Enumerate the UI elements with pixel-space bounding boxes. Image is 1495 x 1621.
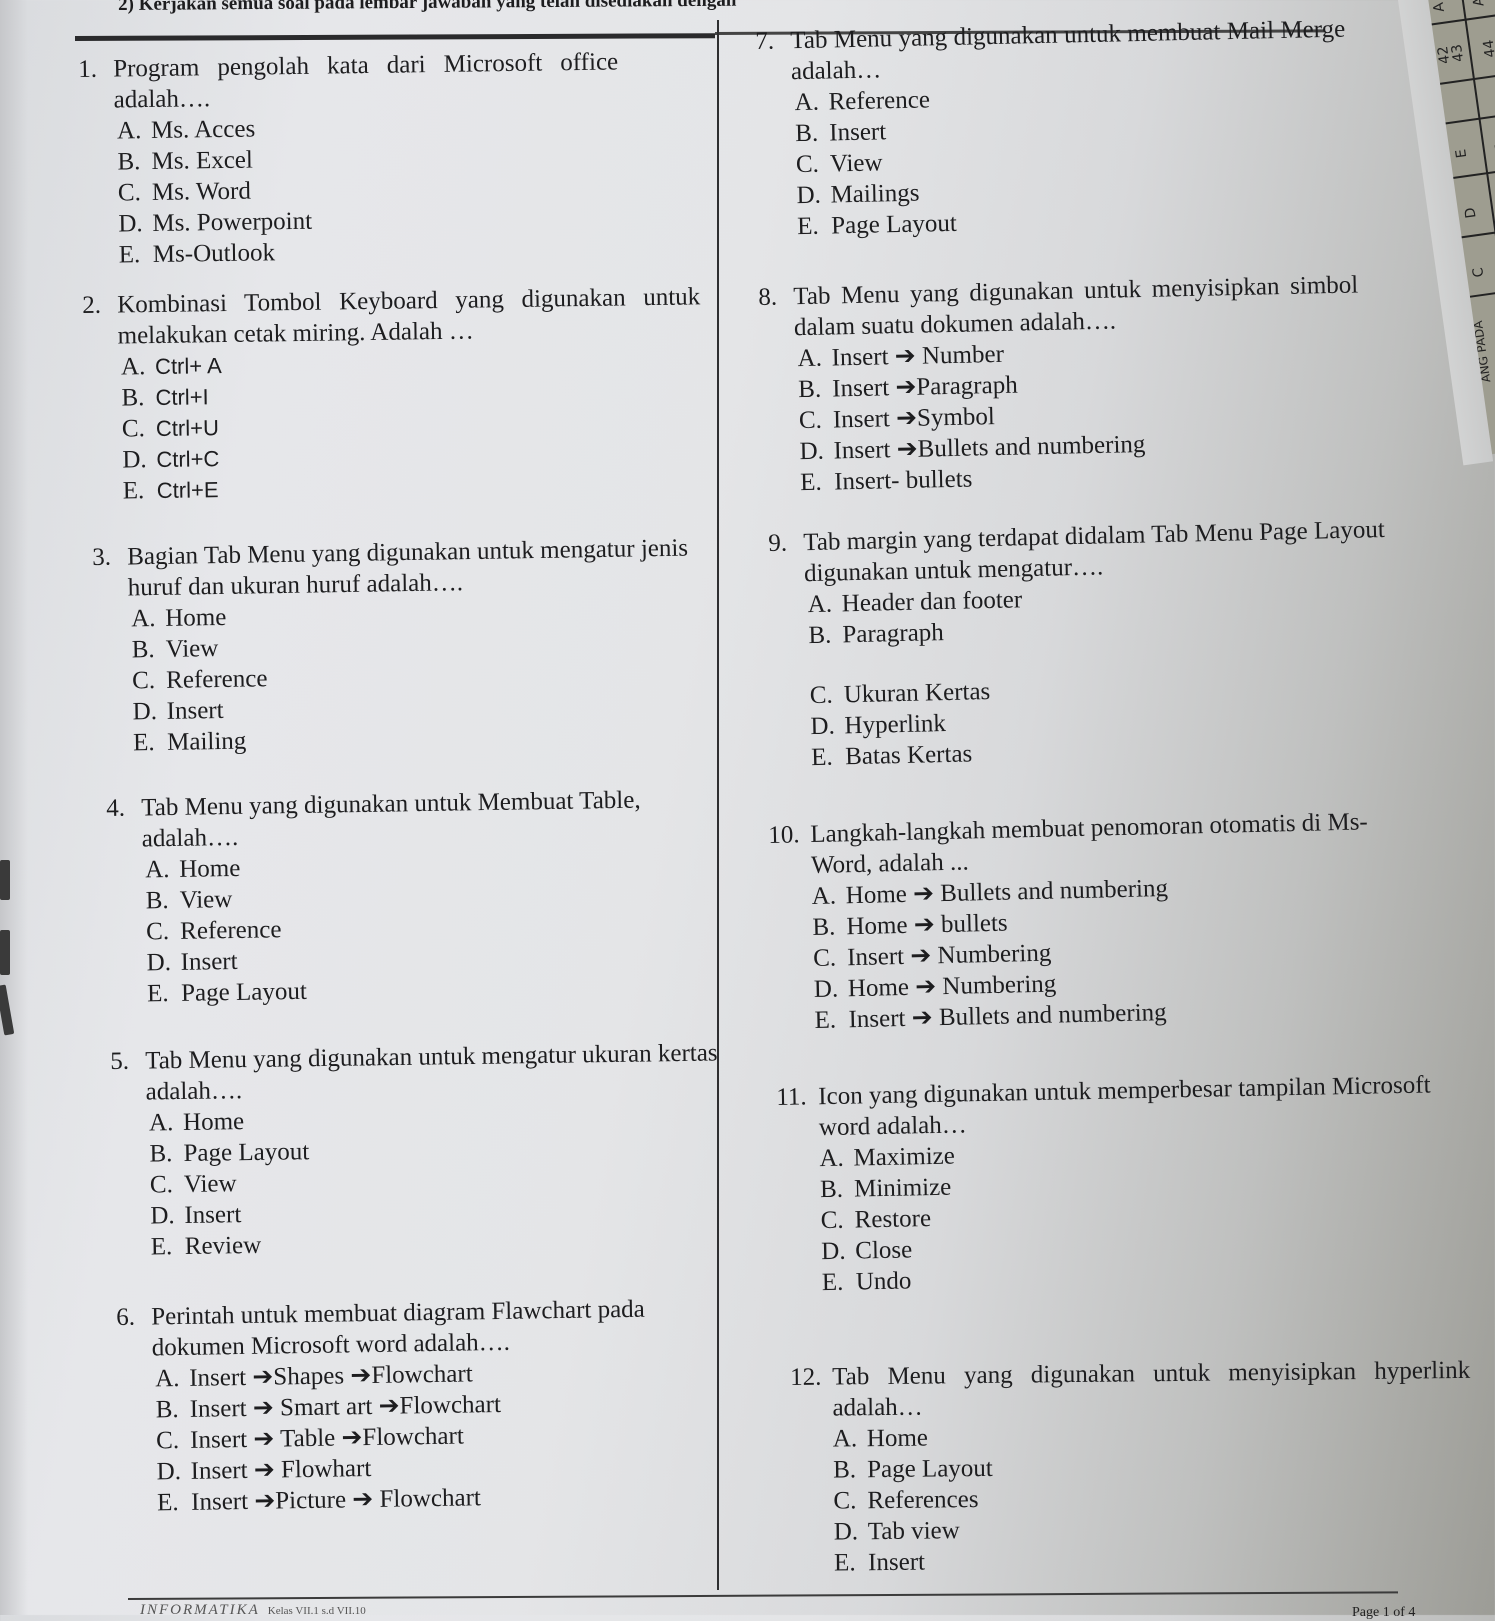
footer-rule: [128, 1591, 1398, 1600]
question-5: 5. Tab Menu yang digunakan untuk mengatur…: [110, 1037, 733, 1263]
binder-mark: [0, 930, 10, 975]
sheet-cell: 43: [1448, 43, 1468, 63]
question-number: 7.: [755, 27, 775, 55]
page-number: Page 1 of 4: [1352, 1605, 1416, 1620]
sheet-cell: D: [1462, 206, 1480, 220]
question-number: 4.: [106, 794, 126, 822]
header-rule: [75, 33, 716, 41]
question-1: 1. Program pengolah kata dari Microsoft o…: [78, 46, 621, 271]
sheet-cell: E: [1453, 148, 1471, 160]
question-number: 2.: [82, 291, 102, 319]
question-number: 11.: [776, 1083, 807, 1111]
question-4: 4. Tab Menu yang digunakan untuk Membuat …: [106, 784, 709, 1010]
question-text: Tab Menu yang digunakan untuk membuat Ma…: [790, 15, 1346, 86]
question-text: Tab Menu yang digunakan untuk menyisipka…: [793, 271, 1359, 342]
question-number: 12.: [790, 1363, 822, 1391]
sheet-cell: A: [1470, 0, 1488, 8]
question-3: 3. Bagian Tab Menu yang digunakan untuk m…: [92, 532, 705, 759]
question-text: Icon yang digunakan untuk memperbesar ta…: [818, 1071, 1431, 1142]
question-text: Bagian Tab Menu yang digunakan untuk men…: [127, 534, 689, 602]
question-number: 9.: [768, 529, 788, 557]
sheet-grid-line: [1433, 68, 1495, 86]
footer-subject: INFORMATIKA Kelas VII.1 s.d VII.10: [140, 1602, 366, 1619]
subject-label: INFORMATIKA: [140, 1602, 260, 1618]
page-shadow: [0, 0, 28, 1615]
sheet-cell: C: [1470, 266, 1488, 279]
exam-instruction: 2) Kerjakan semua soal pada lembar jawab…: [118, 0, 737, 15]
question-number: 6.: [116, 1303, 136, 1331]
option-e[interactable]: E. Ms-Outlook: [119, 232, 621, 270]
binder-mark: [0, 860, 10, 900]
question-number: 3.: [92, 543, 112, 571]
question-text: Tab Menu yang digunakan untuk Membuat Ta…: [141, 786, 641, 853]
question-11: 11. Icon yang digunakan untuk memperbesar…: [776, 1069, 1460, 1299]
question-number: 1.: [78, 55, 98, 83]
question-9: 9. Tab margin yang terdapat didalam Tab M…: [768, 513, 1413, 773]
question-number: 10.: [768, 821, 800, 849]
question-12: 12. Tab Menu yang digunakan untuk menyisi…: [790, 1355, 1472, 1579]
sheet-cell: 44: [1480, 38, 1495, 59]
question-text: Perintah untuk membuat diagram Flawchart…: [151, 1295, 645, 1362]
class-info: Kelas VII.1 s.d VII.10: [267, 1605, 366, 1617]
question-10: 10. Langkah-langkah membuat penomoran oto…: [768, 805, 1433, 1037]
question-text: Program pengolah kata dari Microsoft off…: [113, 48, 619, 114]
question-text: Tab Menu yang digunakan untuk mengatur u…: [145, 1039, 718, 1106]
question-7: 7. Tab Menu yang digunakan untuk membuat …: [755, 14, 1349, 243]
question-2: 2. Kombinasi Tombol Keyboard yang digunak…: [82, 281, 703, 507]
question-6: 6. Perintah untuk membuat diagram Flawcha…: [116, 1292, 729, 1519]
question-number: 8.: [758, 283, 778, 311]
question-8: 8. Tab Menu yang digunakan untuk menyisip…: [758, 269, 1362, 499]
sheet-cell: A: [1430, 1, 1448, 14]
question-number: 5.: [110, 1047, 130, 1075]
question-text: Kombinasi Tombol Keyboard yang digunakan…: [117, 283, 701, 350]
sheet-grid-line: [1438, 108, 1495, 126]
exam-paper: 2) Kerjakan semua soal pada lembar jawab…: [0, 0, 1495, 1620]
question-text: Tab Menu yang digunakan untuk menyisipka…: [832, 1356, 1471, 1422]
